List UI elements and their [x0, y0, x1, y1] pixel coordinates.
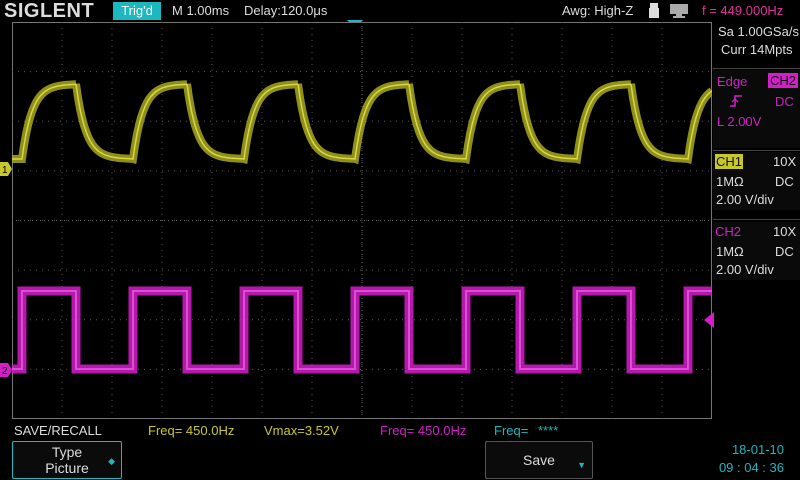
ch1-coupling: DC [775, 174, 794, 189]
brand-logo: SIGLENT [4, 0, 95, 22]
awg-readout: Awg: High-Z [562, 3, 634, 18]
ch2-scale: 2.00 V/div [716, 262, 774, 277]
acquisition-panel: Sa 1.00GSa/s Curr 14Mpts [713, 22, 800, 68]
type-softkey-value: Picture [45, 460, 89, 476]
ch1-freq-measurement: Freq= 450.0Hz [148, 423, 235, 438]
ch2-label: CH2 [715, 224, 742, 239]
time-readout: 09 : 04 : 36 [718, 460, 784, 475]
trigger-level: L 2.00V [717, 114, 762, 129]
svg-text:2: 2 [2, 366, 8, 377]
press-arrow-icon: ▼ [577, 460, 586, 470]
svg-text:1: 1 [2, 165, 8, 176]
delay-readout[interactable]: Delay:120.0μs [244, 3, 327, 18]
menu-title: SAVE/RECALL [14, 423, 102, 438]
date-readout: 18-01-10 [731, 442, 784, 457]
monitor-icon [670, 4, 688, 18]
trigger-source: CH2 [768, 73, 798, 88]
type-softkey-label: Type [51, 444, 83, 460]
trigger-status-badge: Trig'd [113, 2, 161, 20]
ch2-freq-measurement: Freq= 450.0Hz [380, 423, 467, 438]
trigger-coupling: DC [775, 94, 794, 109]
save-softkey[interactable]: Save ▼ [485, 441, 593, 479]
memory-depth: Curr 14Mpts [721, 42, 793, 57]
selector-arrow-icon: ◆ [108, 456, 115, 466]
ch1-panel[interactable]: CH1 10X 1MΩ DC 2.00 V/div [713, 152, 800, 210]
waveform-display[interactable] [12, 22, 712, 419]
status-bar: SIGLENT Trig'd M 1.00ms Delay:120.0μs Aw… [0, 0, 800, 29]
ch1-label: CH1 [715, 154, 743, 169]
trigger-panel[interactable]: Edge CH2 DC L 2.00V [713, 70, 800, 148]
frequency-counter: f = 449.000Hz [702, 3, 784, 18]
rising-edge-icon [730, 95, 742, 107]
ch2-probe: 10X [773, 224, 797, 239]
ch2-coupling: DC [775, 244, 794, 259]
waveform-grid [12, 22, 712, 419]
ch1-level-marker[interactable]: 1 [0, 162, 12, 176]
freq-measurement-4-label: Freq= [494, 423, 529, 438]
sample-rate: Sa 1.00GSa/s [718, 24, 799, 39]
freq-measurement-4-value: **** [537, 423, 559, 438]
freq-measurement-4: Freq= **** [494, 423, 558, 438]
usb-icon [649, 3, 659, 18]
type-softkey[interactable]: Type Picture ◆ [12, 441, 122, 479]
ch2-panel[interactable]: CH2 10X 1MΩ DC 2.00 V/div [713, 222, 800, 280]
ch1-probe: 10X [773, 154, 797, 169]
ch2-level-marker[interactable]: 2 [0, 363, 12, 377]
trigger-level-marker[interactable] [702, 312, 714, 328]
timebase-readout[interactable]: M 1.00ms [172, 3, 229, 18]
ch1-scale: 2.00 V/div [716, 192, 774, 207]
ch1-vmax-measurement: Vmax=3.52V [264, 423, 339, 438]
